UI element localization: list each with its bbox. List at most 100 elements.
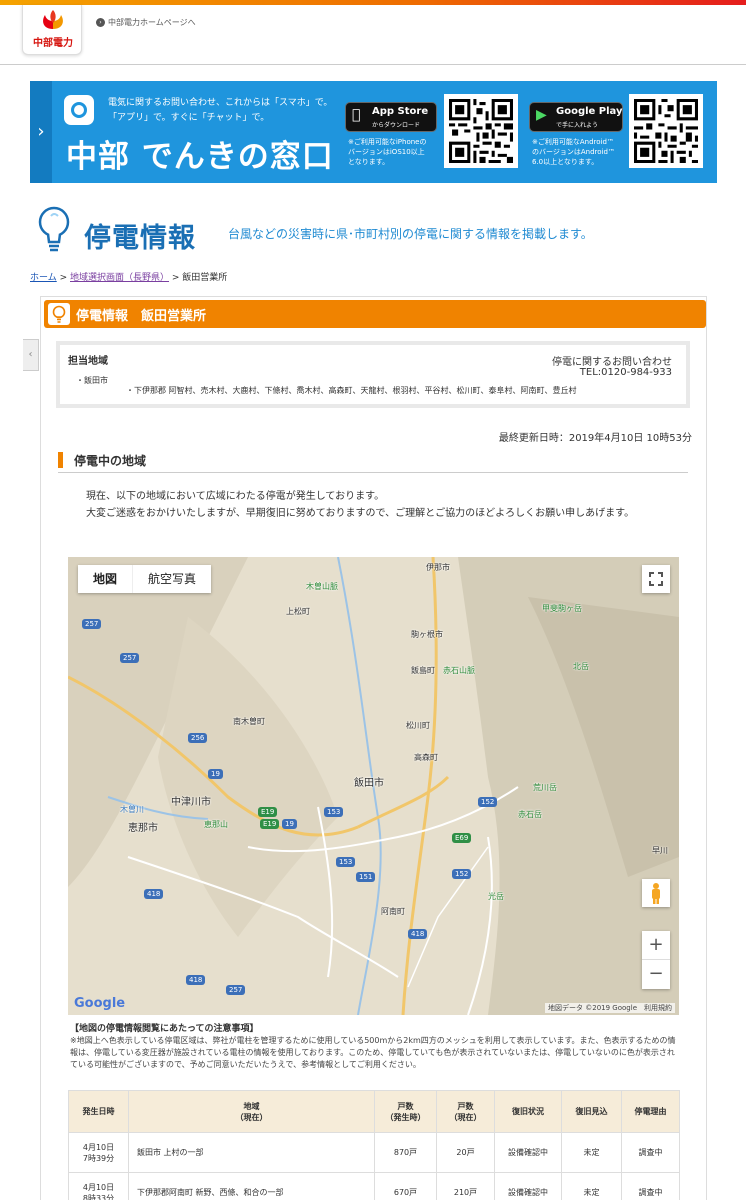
cell-status: 設備確認中	[494, 1132, 562, 1173]
breadcrumb-region-link[interactable]: 地域選択画面（長野県）	[70, 273, 169, 283]
section-accent-bar	[58, 452, 63, 468]
map-label-agematsu: 上松町	[286, 607, 310, 616]
app-icon	[64, 95, 94, 125]
contact-label: 停電に関するお問い合わせ	[552, 357, 672, 368]
route-shield: 19	[208, 769, 223, 779]
map-label-ina: 伊那市	[426, 563, 450, 572]
cell-households-start: 870戸	[374, 1132, 437, 1173]
outage-map[interactable]: 地図 航空写真 + − 伊那市 木曽山脈 上松町 駒ヶ根市 甲斐駒ヶ岳 飯島町 …	[68, 557, 679, 1015]
fullscreen-icon[interactable]	[642, 565, 670, 593]
notice-line: 現在、以下の地域において広域にわたる停電が発生しております。	[86, 491, 385, 502]
apple-icon: 	[352, 107, 360, 123]
service-area-label: 担当地域	[68, 356, 108, 367]
outage-table: 発生日時 地域 （現在） 戸数 （発生時） 戸数 （現在） 復旧状況 復旧見込 …	[68, 1090, 680, 1200]
satellite-tab[interactable]: 航空写真	[133, 565, 211, 593]
outage-notice: 現在、以下の地域において広域にわたる停電が発生しております。 大変ご迷惑をおかけ…	[86, 488, 676, 522]
map-label-kaikomagatake: 甲斐駒ヶ岳	[542, 604, 582, 613]
cell-date: 4月10日 7時39分	[68, 1132, 129, 1173]
logo-text: 中部電力	[33, 38, 73, 49]
app-store-badge[interactable]:  App Store からダウンロード	[345, 102, 437, 132]
col-header-status: 復旧状況	[494, 1090, 562, 1133]
col-header-eta: 復旧見込	[561, 1090, 622, 1133]
col-header-households-start: 戸数 （発生時）	[374, 1090, 437, 1133]
zoom-in-button[interactable]: +	[642, 931, 670, 960]
map-attribution[interactable]: 地図データ ©2019 Google 利用規約	[545, 1003, 675, 1013]
service-area-towns: ・下伊那郡 阿智村、売木村、大鹿村、下條村、喬木村、高森町、天龍村、根羽村、平谷…	[126, 386, 577, 395]
android-version-note: ※ご利用可能なAndroid™ のバージョンはAndroid™ 6.0以上となり…	[532, 138, 615, 166]
map-label-iida: 飯田市	[354, 778, 384, 789]
route-shield: 153	[336, 857, 356, 867]
cell-reason: 調査中	[621, 1172, 680, 1200]
lightbulb-icon	[38, 206, 70, 252]
map-label-akaishidake: 赤石岳	[518, 810, 542, 819]
play-icon: ▶	[536, 107, 547, 123]
route-shield: E69	[452, 833, 472, 843]
route-shield: 418	[408, 929, 428, 939]
banner-tagline: 電気に関するお問い合わせ、これからは「スマホ」で。 「アプリ」で。すぐに「チャッ…	[108, 98, 333, 123]
cell-reason: 調査中	[621, 1132, 680, 1173]
zoom-control: + −	[642, 931, 670, 989]
street-view-pegman-icon[interactable]	[642, 879, 670, 907]
col-header-households-now: 戸数 （現在）	[436, 1090, 495, 1133]
chubu-logo[interactable]: 中部電力	[22, 5, 82, 55]
chevron-right-icon[interactable]: ›	[30, 81, 52, 183]
breadcrumb: ホーム > 地域選択画面（長野県） > 飯田営業所	[30, 270, 227, 283]
breadcrumb-home-link[interactable]: ホーム	[30, 273, 57, 283]
google-play-badge[interactable]: ▶ Google Play で手に入れよう	[529, 102, 623, 132]
table-row: 4月10日 7時39分 飯田市 上村の一部 870戸 20戸 設備確認中 未定 …	[68, 1132, 680, 1173]
map-label-tekaridake: 光岳	[488, 892, 504, 901]
cell-households-now: 210戸	[436, 1172, 495, 1200]
route-shield: 257	[82, 619, 102, 629]
table-header-row: 発生日時 地域 （現在） 戸数 （発生時） 戸数 （現在） 復旧状況 復旧見込 …	[68, 1090, 680, 1133]
map-caution-text: ※地図上へ色表示している停電区域は、弊社が電柱を管理するために使用している500…	[70, 1036, 676, 1069]
side-collapse-tab[interactable]: ‹	[23, 339, 39, 371]
map-label-kitadake: 北岳	[573, 662, 589, 671]
section-title: 停電中の地域	[74, 454, 147, 468]
notice-line: 大変ご迷惑をおかけいたしますが、早期復旧に努めておりますので、ご理解とご協力のほ…	[86, 508, 635, 519]
qr-code-icon	[449, 99, 513, 163]
banner-title: 中部 でんきの窓口	[66, 139, 334, 175]
map-label-akaishi-mountains: 赤石山脈	[443, 666, 475, 675]
app-store-sublabel: からダウンロード	[372, 122, 421, 129]
ios-qr-code	[444, 94, 518, 168]
service-area-box: 担当地域 ・飯田市 ・下伊那郡 阿智村、売木村、大鹿村、下條村、喬木村、高森町、…	[56, 341, 690, 408]
map-label-takamori: 高森町	[414, 753, 438, 762]
cell-households-now: 20戸	[436, 1132, 495, 1173]
map-label-kiso-mountains: 木曽山脈	[306, 582, 338, 591]
map-label-komagane: 駒ヶ根市	[411, 630, 443, 639]
col-header-area: 地域 （現在）	[128, 1090, 375, 1133]
breadcrumb-separator: >	[56, 273, 70, 283]
corporate-home-link[interactable]: › 中部電力ホームページへ	[96, 17, 196, 28]
breadcrumb-separator: >	[169, 273, 183, 283]
breadcrumb-current: 飯田営業所	[182, 273, 228, 283]
qr-code-icon	[634, 99, 698, 163]
map-type-tabs: 地図 航空写真	[78, 565, 212, 593]
google-play-sublabel: で手に入れよう	[556, 122, 599, 129]
route-shield: 152	[452, 869, 472, 879]
route-shield: 19	[282, 819, 297, 829]
route-shield: 151	[356, 872, 376, 882]
page-subtitle: 台風などの災害時に県･市町村別の停電に関する情報を掲載します。	[228, 227, 593, 241]
denki-madoguchi-banner[interactable]: › 電気に関するお問い合わせ、これからは「スマホ」で。 「アプリ」で。すぐに「チ…	[30, 81, 717, 183]
cell-area: 下伊那郡阿南町 新野、西條、和合の一部	[128, 1172, 375, 1200]
route-shield: 418	[144, 889, 164, 899]
zoom-out-button[interactable]: −	[642, 960, 670, 989]
page-title: 停電情報	[84, 223, 196, 254]
route-shield: E19	[258, 807, 278, 817]
map-label-enasan: 恵那山	[204, 820, 228, 829]
map-label-matsukawa: 松川町	[406, 721, 430, 730]
contact-phone[interactable]: TEL:0120-984-933	[580, 367, 672, 378]
panel-header: 停電情報 飯田営業所	[44, 300, 706, 328]
map-label-ena: 恵那市	[128, 823, 158, 834]
last-updated: 最終更新日時：2019年4月10日 10時53分	[498, 433, 692, 444]
map-label-minamikiso: 南木曽町	[233, 717, 265, 726]
cell-date: 4月10日 8時33分	[68, 1172, 129, 1200]
cell-status: 設備確認中	[494, 1172, 562, 1200]
service-area-inner: 担当地域 ・飯田市 ・下伊那郡 阿智村、売木村、大鹿村、下條村、喬木村、高森町、…	[60, 345, 686, 404]
flame-logo-icon	[43, 10, 63, 29]
route-shield: 152	[478, 797, 498, 807]
map-tab[interactable]: 地図	[78, 565, 134, 593]
table-row: 4月10日 8時33分 下伊那郡阿南町 新野、西條、和合の一部 670戸 210…	[68, 1172, 680, 1200]
service-area-city: ・飯田市	[76, 376, 108, 385]
map-caution-title: 【地図の停電情報閲覧にあたっての注意事項】	[70, 1024, 259, 1034]
